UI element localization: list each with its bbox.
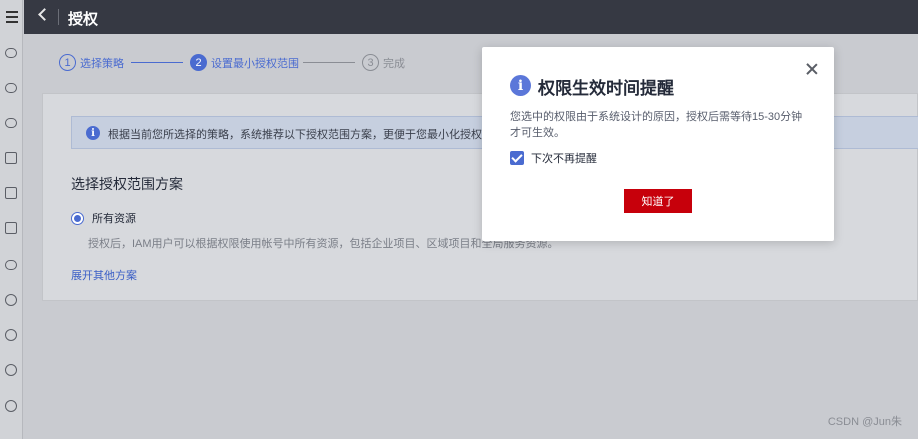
refresh-icon[interactable] [3,292,19,308]
info-banner-text: 根据当前您所选择的策略，系统推荐以下授权范围方案，更便于您最小化授权，可 [108,129,504,141]
step-3-number: 3 [362,54,379,71]
got-it-button[interactable]: 知道了 [624,189,692,213]
back-arrow-icon[interactable] [38,8,51,21]
cloud-list-icon[interactable] [3,115,19,131]
dialog-title: 权限生效时间提醒 [538,79,674,98]
cluster-icon[interactable] [3,398,19,414]
db-icon[interactable] [3,220,19,236]
ip-icon[interactable] [3,362,19,378]
radio-label: 所有资源 [92,213,136,225]
info-icon: i [86,126,100,140]
section-title: 选择授权范围方案 [71,176,183,192]
checkbox-checked-icon[interactable] [510,151,524,165]
step-2: 2 设置最小授权范围 [190,54,299,71]
cloud-more-icon[interactable] [3,80,19,96]
expand-other-options-link[interactable]: 展开其他方案 [71,267,137,283]
cloud-icon[interactable] [3,45,19,61]
server-icon[interactable] [3,185,19,201]
sidebar [0,0,23,439]
wave-icon[interactable] [3,150,19,166]
dialog-body: 您选中的权限由于系统设计的原因，授权后需等待15-30分钟才可生效。 [510,111,803,139]
step-1-label: 选择策略 [80,57,124,70]
step-3: 3 完成 [362,54,405,71]
step-1: 1 选择策略 [59,54,124,71]
checkbox-label: 下次不再提醒 [531,153,597,165]
close-icon[interactable] [806,63,818,75]
header-divider [58,9,59,25]
radio-selected-icon[interactable] [71,211,84,225]
dont-remind-checkbox[interactable]: 下次不再提醒 [510,150,597,166]
info-icon: i [510,75,531,96]
anchor-icon[interactable] [3,327,19,343]
step-1-number: 1 [59,54,76,71]
watermark: CSDN @Jun朱 [827,416,902,428]
step-connector [303,62,355,63]
network-icon[interactable] [3,257,19,273]
page-header: 授权 [24,0,918,34]
menu-icon[interactable] [0,0,23,34]
permission-notice-dialog: i 权限生效时间提醒 您选中的权限由于系统设计的原因，授权后需等待15-30分钟… [482,47,834,241]
step-3-label: 完成 [383,57,405,70]
step-2-label: 设置最小授权范围 [211,57,299,70]
step-indicator: 1 选择策略 2 设置最小授权范围 3 完成 [59,54,419,72]
page-title: 授权 [68,11,99,28]
radio-all-resources[interactable]: 所有资源 [71,210,136,226]
step-2-number: 2 [190,54,207,71]
step-connector [131,62,183,63]
